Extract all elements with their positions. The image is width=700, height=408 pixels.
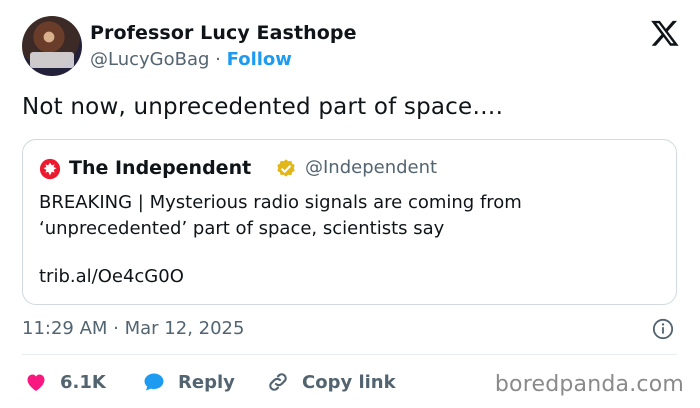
author-handle[interactable]: @LucyGoBag — [90, 49, 209, 70]
quoted-text-line: BREAKING | Mysterious radio signals are … — [39, 192, 522, 213]
watermark: boredpanda.com — [494, 372, 684, 397]
divider — [22, 354, 677, 355]
copy-link-button[interactable]: Copy link — [266, 368, 396, 396]
quoted-tweet[interactable]: The Independent @Independent BREAKING | … — [22, 139, 677, 305]
reply-bubble-icon — [144, 373, 164, 391]
like-button[interactable]: 6.1K — [24, 368, 106, 396]
link-icon — [269, 373, 287, 391]
verified-badge-icon — [277, 159, 295, 177]
heart-icon — [27, 374, 45, 391]
follow-button[interactable]: Follow — [227, 49, 292, 70]
reply-button[interactable]: Reply — [142, 368, 235, 396]
author-handle-row: @LucyGoBag · Follow — [90, 49, 292, 70]
tweet-text: Not now, unprecedented part of space…. — [22, 94, 504, 120]
quoted-author-handle: @Independent — [305, 157, 438, 178]
quoted-text: BREAKING | Mysterious radio signals are … — [39, 190, 659, 242]
x-logo-icon[interactable] — [650, 18, 680, 48]
info-icon[interactable] — [652, 318, 674, 340]
copy-link-label: Copy link — [302, 371, 396, 393]
independent-eagle-icon — [39, 158, 61, 180]
like-count: 6.1K — [60, 371, 106, 393]
reply-label: Reply — [178, 371, 235, 393]
quoted-text-line: ‘unprecedented’ part of space, scientist… — [39, 218, 445, 239]
tweet-header: Professor Lucy Easthope @LucyGoBag · Fol… — [22, 16, 682, 78]
author-name[interactable]: Professor Lucy Easthope — [90, 22, 357, 44]
avatar[interactable] — [22, 16, 82, 76]
separator: · — [215, 49, 221, 70]
quoted-author-name: The Independent — [69, 157, 252, 179]
tweet-timestamp[interactable]: 11:29 AM · Mar 12, 2025 — [22, 318, 244, 339]
quoted-link[interactable]: trib.al/Oe4cG0O — [39, 266, 184, 287]
